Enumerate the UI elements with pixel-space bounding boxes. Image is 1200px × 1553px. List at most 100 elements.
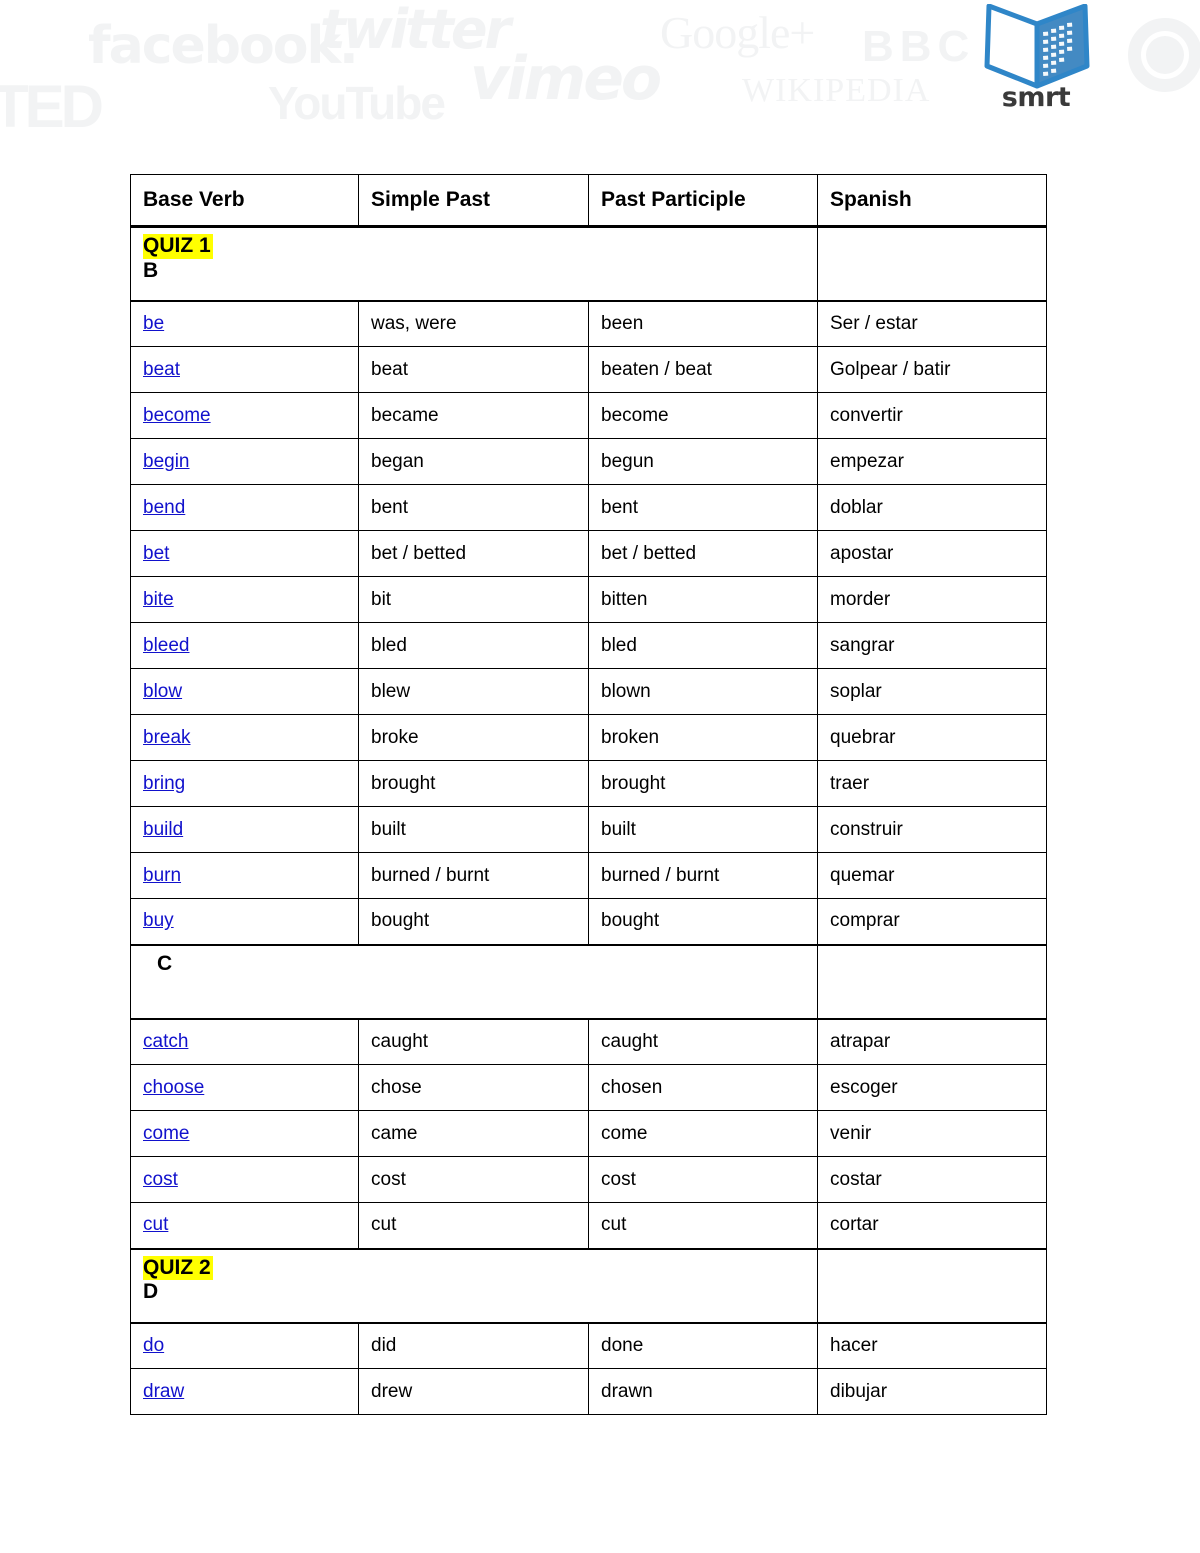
cell-simple-past: blew	[358, 668, 589, 715]
cell-simple-past: beat	[358, 346, 589, 393]
quiz-badge: QUIZ 2	[143, 1255, 213, 1281]
cell-spanish: Golpear / batir	[817, 346, 1047, 393]
table-row: burn burned / burnt burned / burnt quemar	[130, 852, 1047, 899]
cell-base-verb: bleed	[130, 622, 359, 669]
verb-link[interactable]: buy	[143, 910, 174, 931]
cell-past-participle: bled	[588, 622, 818, 669]
section-spanish-cell	[817, 1247, 1047, 1324]
cell-simple-past: built	[358, 806, 589, 853]
cell-spanish: construir	[817, 806, 1047, 853]
table-row: buy bought bought comprar	[130, 898, 1047, 945]
cell-base-verb: break	[130, 714, 359, 761]
bbc-watermark: BBC	[862, 22, 976, 71]
column-header-past-participle: Past Participle	[588, 174, 818, 228]
cell-base-verb: choose	[130, 1064, 359, 1111]
cell-base-verb: bend	[130, 484, 359, 531]
cell-simple-past: brought	[358, 760, 589, 807]
verb-link[interactable]: bite	[143, 589, 174, 610]
section-letter: B	[143, 258, 159, 282]
cell-base-verb: build	[130, 806, 359, 853]
table-row: bend bent bent doblar	[130, 484, 1047, 531]
cell-base-verb: buy	[130, 898, 359, 945]
cell-simple-past: came	[358, 1110, 589, 1157]
cell-spanish: costar	[817, 1156, 1047, 1203]
cell-past-participle: begun	[588, 438, 818, 485]
verb-link[interactable]: draw	[143, 1381, 184, 1402]
ted-watermark: TED	[0, 73, 104, 140]
cell-past-participle: bent	[588, 484, 818, 531]
section-row: QUIZ 1B	[130, 225, 1047, 302]
cell-spanish: quebrar	[817, 714, 1047, 761]
verb-link[interactable]: catch	[143, 1031, 188, 1052]
cell-simple-past: did	[358, 1322, 589, 1369]
cell-simple-past: became	[358, 392, 589, 439]
verb-link[interactable]: break	[143, 727, 191, 748]
cell-base-verb: become	[130, 392, 359, 439]
verb-link[interactable]: build	[143, 819, 183, 840]
verb-link[interactable]: do	[143, 1335, 164, 1356]
verb-link[interactable]: cost	[143, 1169, 178, 1190]
table-row: bet bet / betted bet / betted apostar	[130, 530, 1047, 577]
cell-past-participle: burned / burnt	[588, 852, 818, 899]
table-header: Base Verb Simple Past Past Participle Sp…	[130, 174, 1047, 228]
table-row: begin began begun empezar	[130, 438, 1047, 485]
cell-base-verb: cost	[130, 1156, 359, 1203]
cell-base-verb: begin	[130, 438, 359, 485]
table-header-row: Base Verb Simple Past Past Participle Sp…	[130, 174, 1047, 228]
table-row: bite bit bitten morder	[130, 576, 1047, 623]
facebook-watermark: facebook.	[88, 16, 359, 76]
cell-base-verb: beat	[130, 346, 359, 393]
table-row: cut cut cut cortar	[130, 1202, 1047, 1249]
verb-link[interactable]: bleed	[143, 635, 190, 656]
cell-base-verb: draw	[130, 1368, 359, 1415]
section-spanish-cell	[817, 943, 1047, 1020]
cell-spanish: dibujar	[817, 1368, 1047, 1415]
irregular-verbs-table: Base Verb Simple Past Past Participle Sp…	[130, 174, 1047, 1415]
cell-base-verb: burn	[130, 852, 359, 899]
cell-past-participle: bitten	[588, 576, 818, 623]
verb-link[interactable]: beat	[143, 359, 180, 380]
verb-link[interactable]: choose	[143, 1077, 204, 1098]
cell-spanish: venir	[817, 1110, 1047, 1157]
section-letter: D	[143, 1280, 159, 1304]
cell-base-verb: catch	[130, 1018, 359, 1065]
cell-base-verb: cut	[130, 1202, 359, 1249]
cell-simple-past: bought	[358, 898, 589, 945]
verb-link[interactable]: be	[143, 313, 164, 334]
verb-link[interactable]: burn	[143, 865, 181, 886]
cell-simple-past: caught	[358, 1018, 589, 1065]
table-row: catch caught caught atrapar	[130, 1018, 1047, 1065]
section-label-cell: QUIZ 1B	[130, 225, 818, 302]
smrt-wordmark: smrt	[1001, 82, 1071, 113]
verb-link[interactable]: bring	[143, 773, 185, 794]
cell-simple-past: bet / betted	[358, 530, 589, 577]
verb-link[interactable]: cut	[143, 1214, 168, 1235]
table-row: choose chose chosen escoger	[130, 1064, 1047, 1111]
column-header-base-verb: Base Verb	[130, 174, 359, 228]
table-row: cost cost cost costar	[130, 1156, 1047, 1203]
cell-past-participle: built	[588, 806, 818, 853]
cell-simple-past: bit	[358, 576, 589, 623]
table-row: break broke broken quebrar	[130, 714, 1047, 761]
table-row: do did done hacer	[130, 1322, 1047, 1369]
cell-simple-past: bent	[358, 484, 589, 531]
verb-link[interactable]: bet	[143, 543, 169, 564]
verb-link[interactable]: blow	[143, 681, 182, 702]
vimeo-watermark: vimeo	[470, 44, 662, 114]
verb-link[interactable]: bend	[143, 497, 185, 518]
verb-link[interactable]: come	[143, 1123, 189, 1144]
cell-past-participle: come	[588, 1110, 818, 1157]
cell-base-verb: bet	[130, 530, 359, 577]
section-row: C	[130, 943, 1047, 1020]
cell-past-participle: done	[588, 1322, 818, 1369]
column-header-simple-past: Simple Past	[358, 174, 589, 228]
cell-past-participle: been	[588, 300, 818, 347]
cell-past-participle: cost	[588, 1156, 818, 1203]
cell-simple-past: broke	[358, 714, 589, 761]
verb-link[interactable]: begin	[143, 451, 190, 472]
cell-spanish: quemar	[817, 852, 1047, 899]
verb-link[interactable]: become	[143, 405, 211, 426]
cell-spanish: cortar	[817, 1202, 1047, 1249]
cell-base-verb: blow	[130, 668, 359, 715]
cell-past-participle: bought	[588, 898, 818, 945]
